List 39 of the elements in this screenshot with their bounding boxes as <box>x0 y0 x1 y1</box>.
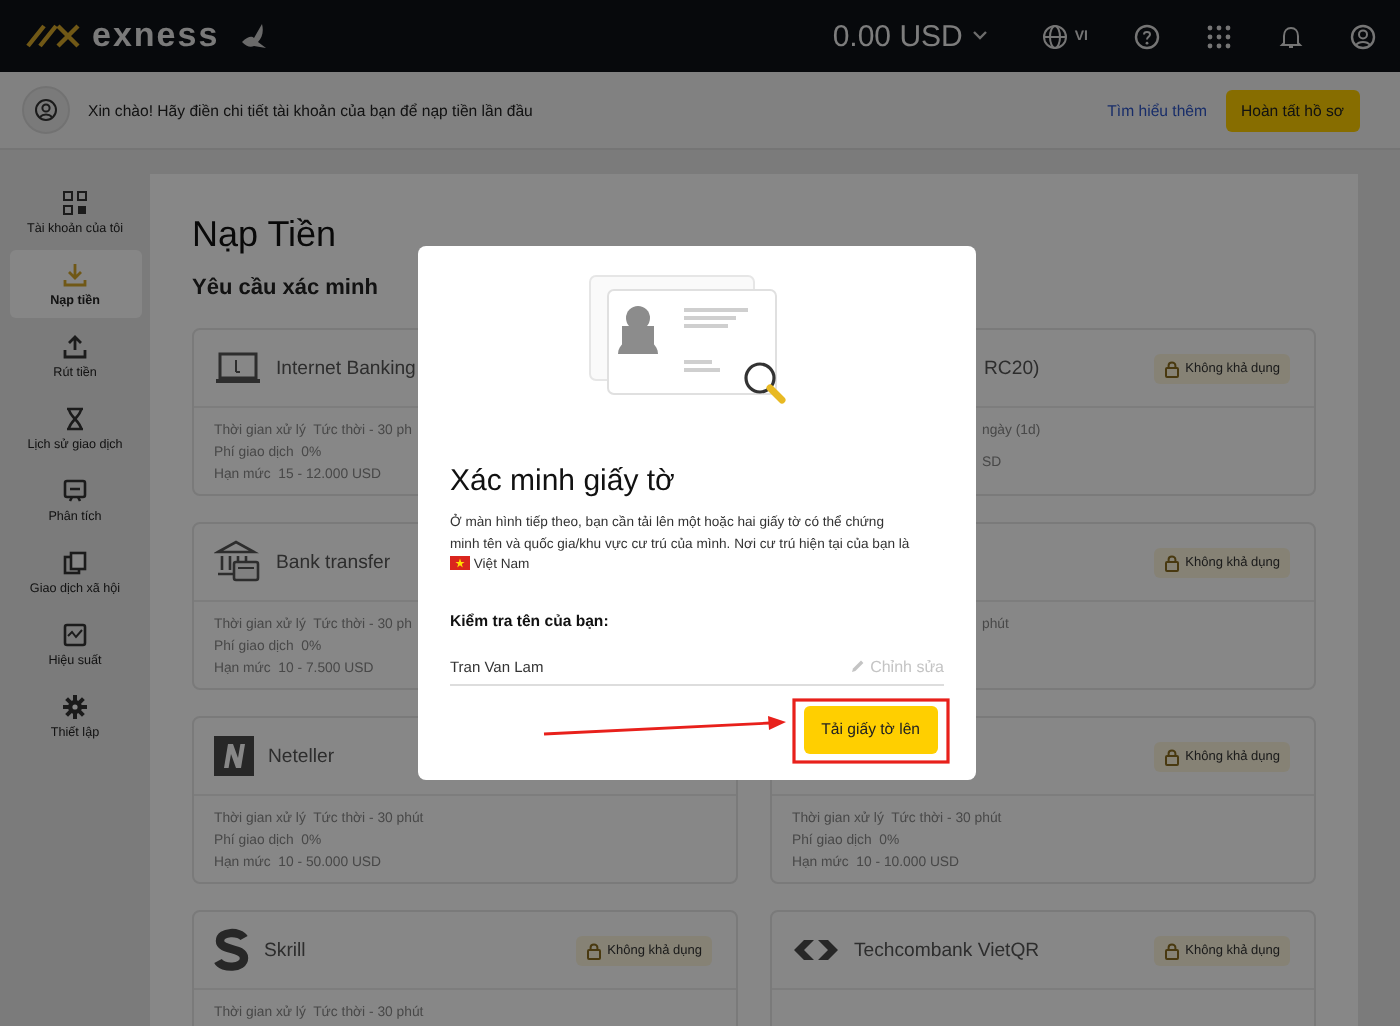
chart-board-icon <box>62 477 88 503</box>
logo-mark-icon <box>24 22 84 50</box>
user-icon[interactable] <box>1350 23 1376 49</box>
hourglass-icon <box>62 405 88 431</box>
chevron-down-icon <box>972 30 989 42</box>
bank-icon <box>214 540 262 584</box>
qr-grid-icon <box>62 189 88 215</box>
bell-icon[interactable] <box>1278 23 1304 49</box>
apps-grid-icon[interactable] <box>1206 23 1232 49</box>
lock-icon <box>1163 359 1180 377</box>
dialog-title: Xác minh giấy tờ <box>450 464 677 498</box>
chart-frame-icon <box>62 621 88 647</box>
globe-icon <box>1042 23 1069 49</box>
method-name: Neteller <box>268 745 335 767</box>
laptop-icon <box>214 350 262 386</box>
section-heading: Yêu cầu xác minh <box>192 276 380 300</box>
page-title: Nạp Tiền <box>192 214 339 256</box>
method-name: Bank transfer <box>276 551 391 573</box>
letter-n-logo-icon <box>214 736 254 776</box>
method-name: RC20) <box>984 357 1040 379</box>
diamonds-logo-icon <box>792 936 840 964</box>
upload-icon <box>62 333 88 359</box>
balance-dropdown[interactable]: 0.00 USD <box>832 19 989 53</box>
user-avatar-icon <box>22 86 70 134</box>
help-icon[interactable] <box>1134 23 1160 49</box>
brand-name: exness <box>92 16 220 56</box>
letter-s-logo-icon <box>214 928 250 972</box>
download-icon <box>62 261 88 287</box>
copy-icon <box>62 549 88 575</box>
pencil-icon <box>850 658 867 674</box>
lock-icon <box>1163 941 1180 959</box>
lock-icon <box>1163 747 1180 765</box>
lock-icon <box>585 941 602 959</box>
method-name: Skrill <box>264 939 306 961</box>
lock-icon <box>1163 553 1180 571</box>
settings-icon <box>62 693 88 719</box>
flag-icon <box>450 556 470 570</box>
method-name: Techcombank VietQR <box>854 939 1040 961</box>
method-name: Internet Banking <box>276 357 416 379</box>
